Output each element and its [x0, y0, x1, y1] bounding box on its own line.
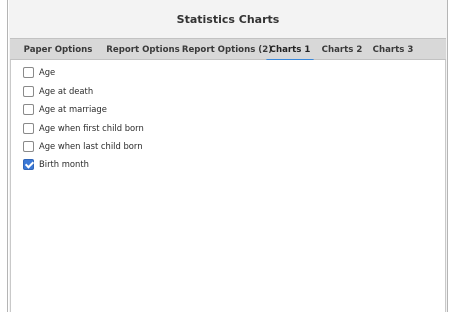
- option-label: Age when last child born: [39, 141, 143, 151]
- age-at-marriage-checkbox[interactable]: [23, 103, 34, 115]
- age-at-death-checkbox[interactable]: [23, 85, 34, 97]
- tab-charts-2[interactable]: Charts 2: [321, 39, 363, 60]
- tab-bar: Paper Options Report Options Report Opti…: [10, 38, 446, 62]
- option-age-last-child[interactable]: Age when last child born: [23, 139, 143, 153]
- tab-charts-1[interactable]: Charts 1: [266, 39, 314, 62]
- option-label: Age at marriage: [39, 104, 107, 114]
- option-birth-month[interactable]: Birth month: [23, 157, 89, 171]
- option-age-at-marriage[interactable]: Age at marriage: [23, 102, 107, 116]
- option-label: Age at death: [39, 86, 94, 96]
- age-checkbox[interactable]: [23, 66, 34, 78]
- option-age[interactable]: Age: [23, 65, 55, 79]
- option-label: Age when first child born: [39, 123, 144, 133]
- statistics-charts-dialog: Statistics Charts Paper Options Report O…: [9, 0, 447, 312]
- dialog-title: Statistics Charts: [176, 12, 280, 26]
- tab-report-options-2[interactable]: Report Options (2): [180, 39, 274, 60]
- option-age-at-death[interactable]: Age at death: [23, 84, 93, 98]
- tab-paper-options[interactable]: Paper Options: [20, 39, 96, 60]
- option-label: Birth month: [39, 159, 89, 169]
- window: Statistics Charts Paper Options Report O…: [0, 0, 456, 312]
- age-first-child-checkbox[interactable]: [23, 122, 34, 134]
- charts-1-panel: Age Age at death Age at marriage Age whe…: [10, 60, 446, 312]
- right-window-edge: [447, 0, 456, 312]
- tab-report-options[interactable]: Report Options: [104, 39, 182, 60]
- option-label: Age: [39, 67, 56, 77]
- birth-month-checkbox[interactable]: [23, 158, 34, 170]
- left-window-edge: [0, 0, 8, 312]
- option-age-first-child[interactable]: Age when first child born: [23, 121, 144, 135]
- tab-charts-3[interactable]: Charts 3: [372, 39, 414, 60]
- age-last-child-checkbox[interactable]: [23, 140, 34, 152]
